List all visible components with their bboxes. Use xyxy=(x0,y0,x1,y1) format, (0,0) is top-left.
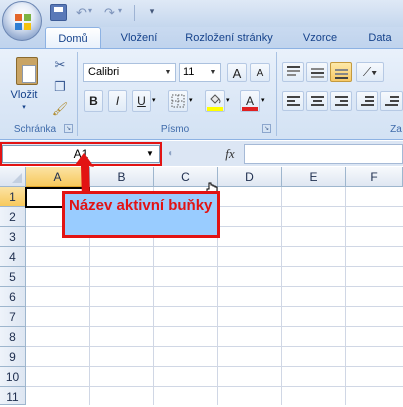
align-left-button[interactable] xyxy=(282,91,304,111)
annotation-text: Název aktivní buňky xyxy=(69,197,213,214)
gridline xyxy=(26,246,403,247)
row-header-7[interactable]: 7 xyxy=(0,307,26,327)
row-header-8[interactable]: 8 xyxy=(0,327,26,347)
gridline xyxy=(26,326,403,327)
group-separator xyxy=(77,52,78,136)
font-color-dropdown-icon[interactable]: ▾ xyxy=(261,96,269,106)
align-right-button[interactable] xyxy=(330,91,352,111)
cut-icon[interactable]: ✂ xyxy=(51,56,69,74)
column-header-f[interactable]: F xyxy=(346,167,403,187)
row-header-4[interactable]: 4 xyxy=(0,247,26,267)
orientation-icon[interactable]: ⟋▾ xyxy=(356,62,384,82)
font-name-dropdown-icon[interactable]: ▼ xyxy=(160,63,176,82)
undo-dropdown-icon[interactable]: ▾ xyxy=(88,6,96,16)
row-header-10[interactable]: 10 xyxy=(0,367,26,387)
tab-home[interactable]: Domů xyxy=(45,27,101,49)
group-label-font: Písmo xyxy=(160,124,190,135)
customize-qat-icon[interactable]: ▾ xyxy=(146,4,158,18)
tab-data[interactable]: Data xyxy=(358,27,402,49)
clipboard-icon xyxy=(16,57,38,85)
office-button[interactable] xyxy=(2,1,42,41)
grow-font-button[interactable]: A xyxy=(227,63,247,82)
gridline xyxy=(26,386,403,387)
row-header-2[interactable]: 2 xyxy=(0,207,26,227)
italic-button[interactable]: I xyxy=(108,90,127,112)
fill-color-dropdown-icon[interactable]: ▾ xyxy=(226,96,234,106)
gridline xyxy=(281,187,282,405)
borders-icon xyxy=(171,94,185,108)
gridline xyxy=(345,187,346,405)
decrease-indent-button[interactable] xyxy=(356,91,378,111)
tab-page-layout[interactable]: Rozložení stránky xyxy=(176,27,282,49)
paste-dropdown-icon[interactable]: ▾ xyxy=(6,103,42,113)
paste-button[interactable]: Vložit ▾ xyxy=(6,55,42,115)
column-header-e[interactable]: E xyxy=(282,167,346,187)
row-header-3[interactable]: 3 xyxy=(0,227,26,247)
format-painter-icon[interactable]: 🖌 xyxy=(51,100,69,118)
borders-button[interactable] xyxy=(168,90,188,112)
underline-dropdown-icon[interactable]: ▾ xyxy=(152,96,160,106)
row-header-9[interactable]: 9 xyxy=(0,347,26,367)
bold-button[interactable]: B xyxy=(84,90,103,112)
row-header-11[interactable]: 11 xyxy=(0,387,26,405)
select-all-button[interactable] xyxy=(0,167,26,187)
insert-function-button[interactable]: fx xyxy=(218,145,242,163)
group-separator xyxy=(276,52,277,136)
gridline xyxy=(26,346,403,347)
font-launcher-icon[interactable]: ↘ xyxy=(262,124,271,133)
align-top-button[interactable] xyxy=(282,62,304,82)
borders-dropdown-icon[interactable]: ▾ xyxy=(189,96,197,106)
align-middle-button[interactable] xyxy=(306,62,328,82)
row-header-1[interactable]: 1 xyxy=(0,187,26,207)
gridline xyxy=(26,366,403,367)
underline-button[interactable]: U xyxy=(132,90,151,112)
annotation-callout: Název aktivní buňky xyxy=(62,191,220,238)
increase-indent-button[interactable] xyxy=(380,91,403,111)
row-header-5[interactable]: 5 xyxy=(0,267,26,287)
tab-insert[interactable]: Vložení xyxy=(108,27,170,49)
redo-icon[interactable]: ↷ xyxy=(101,4,118,21)
tab-formulas[interactable]: Vzorce xyxy=(292,27,348,49)
fill-color-swatch xyxy=(207,107,223,111)
gridline xyxy=(26,286,403,287)
align-bottom-button[interactable] xyxy=(330,62,352,82)
row-header-6[interactable]: 6 xyxy=(0,287,26,307)
paste-label: Vložit xyxy=(10,89,38,101)
align-center-button[interactable] xyxy=(306,91,328,111)
font-color-swatch xyxy=(242,107,258,111)
formula-input[interactable] xyxy=(244,144,403,164)
save-icon[interactable] xyxy=(50,4,67,21)
paint-bucket-icon xyxy=(210,94,221,104)
shrink-font-button[interactable]: A xyxy=(250,63,270,82)
formula-bar-splitter[interactable]: ◖ xyxy=(164,146,176,162)
group-label-clipboard: Schránka xyxy=(13,124,57,135)
font-size-dropdown-icon[interactable]: ▼ xyxy=(205,63,221,82)
office-logo-icon xyxy=(15,14,31,30)
redo-dropdown-icon[interactable]: ▾ xyxy=(118,6,126,16)
gridline xyxy=(26,306,403,307)
gridline xyxy=(26,266,403,267)
column-header-d[interactable]: D xyxy=(218,167,282,187)
clipboard-launcher-icon[interactable]: ↘ xyxy=(64,124,73,133)
qat-separator xyxy=(134,5,135,21)
group-label-alignment: Za xyxy=(390,124,402,135)
copy-icon[interactable]: ❐ xyxy=(51,78,69,96)
